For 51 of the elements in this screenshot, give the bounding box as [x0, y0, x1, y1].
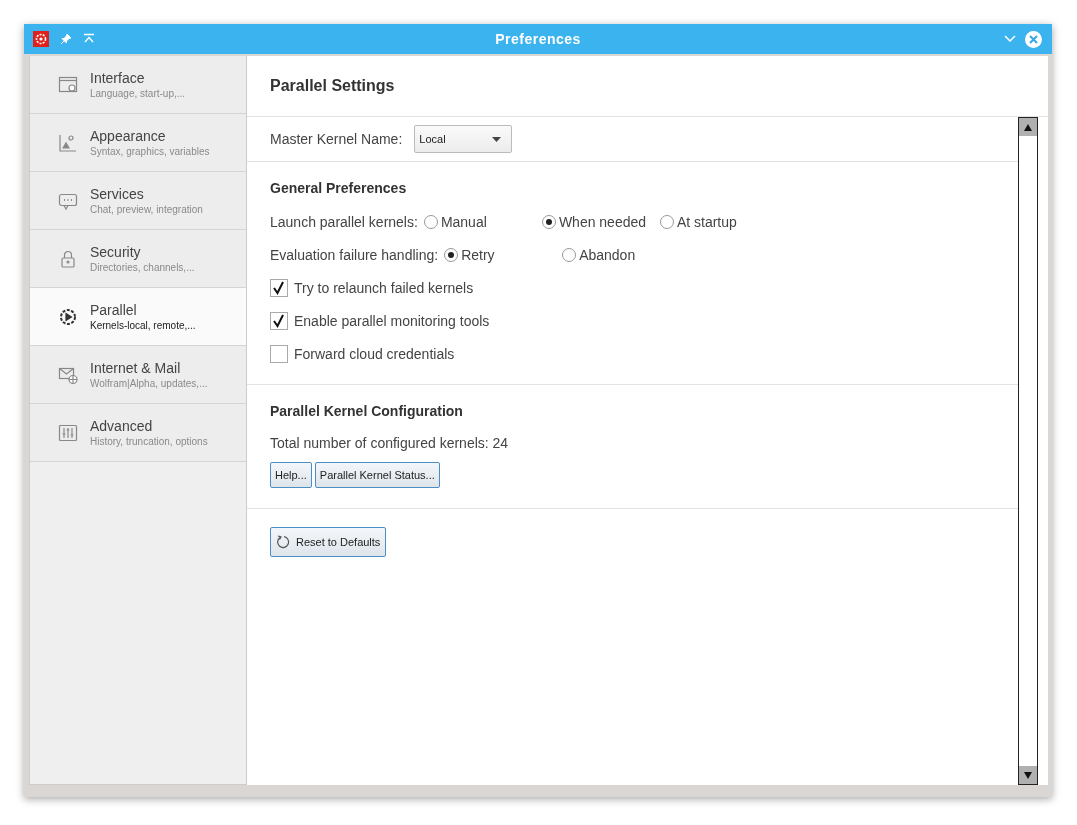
checkbox-label[interactable]: Enable parallel monitoring tools	[294, 313, 490, 329]
sidebar-item-title: Internet & Mail	[90, 360, 182, 376]
sidebar-item-subtitle: History, truncation, options	[90, 436, 208, 447]
section-heading: General Preferences	[270, 180, 408, 196]
checkbox[interactable]	[270, 279, 288, 297]
radio-group-label: Launch parallel kernels:	[270, 214, 418, 230]
sidebar-item-subtitle: Chat, preview, integration	[90, 204, 203, 215]
checkbox[interactable]	[270, 312, 288, 330]
checkbox-label[interactable]: Try to relaunch failed kernels	[294, 280, 474, 296]
sidebar-item-title: Security	[90, 244, 142, 260]
sidebar-item-title: Services	[90, 186, 145, 202]
page-title: Parallel Settings	[270, 77, 395, 95]
radio-option[interactable]: Abandon	[562, 247, 675, 263]
checkbox[interactable]	[270, 345, 288, 363]
chart-icon	[58, 132, 78, 153]
sidebar-item-subtitle: Language, start-up,...	[90, 88, 186, 99]
sidebar-item-subtitle: Kernels-local, remote,...	[90, 320, 196, 331]
sidebar-item-title: Parallel	[90, 302, 138, 318]
scrollbar[interactable]	[1018, 117, 1038, 785]
sidebar-item-subtitle: Syntax, graphics, variables	[90, 146, 210, 157]
radio-option[interactable]: Manual	[423, 214, 536, 230]
section-heading: Parallel Kernel Configuration	[270, 403, 464, 419]
caret-icon	[492, 136, 502, 142]
help-button[interactable]: Help...	[270, 462, 312, 488]
sliders-icon	[58, 422, 78, 443]
sidebar-item-title: Appearance	[90, 128, 167, 144]
window-icon	[58, 74, 78, 95]
sidebar-item[interactable]: Parallel Kernels-local, remote,...	[30, 288, 246, 346]
sidebar-item-title: Advanced	[90, 418, 154, 434]
lock-icon	[58, 248, 78, 269]
gear-play-icon	[58, 306, 78, 327]
collapse-icon[interactable]	[83, 33, 95, 45]
kernel-status-button[interactable]: Parallel Kernel Status...	[314, 462, 440, 488]
master-kernel-label: Master Kernel Name:	[270, 131, 403, 147]
refresh-icon	[276, 535, 290, 549]
master-kernel-dropdown[interactable]: Local	[414, 125, 513, 153]
window-title: Preferences	[495, 31, 581, 47]
checkbox-label[interactable]: Forward cloud credentials	[294, 346, 455, 362]
sidebar-item-subtitle: Directories, channels,...	[90, 262, 195, 273]
radio-group-label: Evaluation failure handling:	[270, 247, 439, 263]
reset-button[interactable]: Reset to Defaults	[270, 527, 387, 557]
chevron-down-icon[interactable]	[1004, 35, 1016, 43]
sidebar-item-title: Interface	[90, 70, 146, 86]
close-icon[interactable]	[1025, 30, 1042, 48]
kernel-count-text: Total number of configured kernels: 24	[270, 435, 510, 451]
radio-option[interactable]: When needed	[541, 214, 654, 230]
app-logo-icon	[33, 31, 49, 47]
pin-icon[interactable]	[60, 33, 72, 45]
radio-option[interactable]: Retry	[444, 247, 557, 263]
sidebar-item-subtitle: Wolfram|Alpha, updates,...	[90, 378, 208, 389]
radio-option[interactable]: At startup	[659, 214, 772, 230]
